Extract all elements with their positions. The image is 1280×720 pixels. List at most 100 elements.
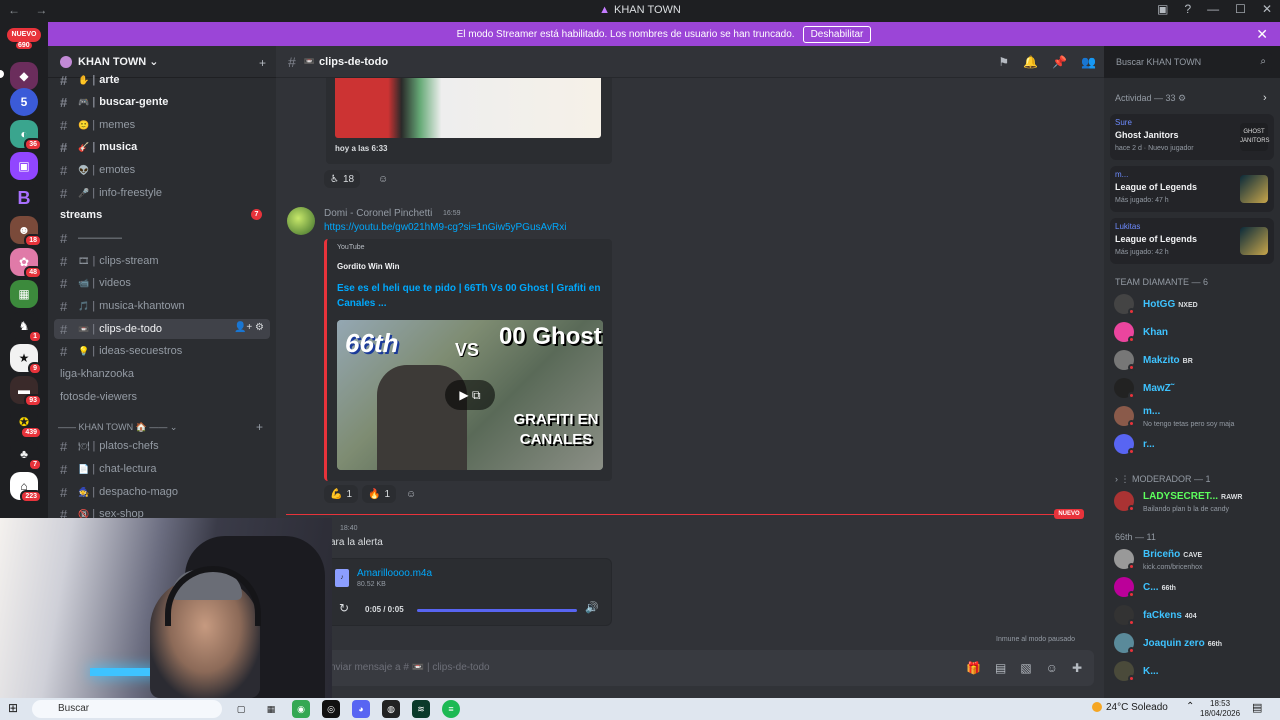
member-row[interactable]: MawZ˜ [1114, 378, 1274, 400]
server-icon-8[interactable]: ▦ [10, 280, 38, 308]
threads-icon[interactable]: ⚑ [998, 55, 1009, 69]
file-name[interactable]: Amarilloooo.m4a [357, 568, 432, 579]
activity-card[interactable]: Lukitas League of Legends Más jugado: 42… [1110, 218, 1274, 264]
channel-clips-stream[interactable]: # 🎞 | clips-stream [54, 251, 270, 271]
discord-icon[interactable]: ◕ [352, 700, 370, 718]
server-icon-1[interactable]: ◆ [10, 62, 38, 90]
server-icon-13[interactable]: ♣ 7 [10, 440, 42, 471]
member-row[interactable]: Briceño CAVE kick.com/bricenhox [1114, 549, 1274, 571]
member-row[interactable]: K... [1114, 661, 1274, 683]
close-banner-icon[interactable]: ✕ [1256, 26, 1268, 43]
play-icon[interactable]: ▶ ⧉ [445, 380, 495, 410]
help-icon[interactable]: ? [1184, 2, 1191, 16]
clip-image[interactable] [335, 78, 601, 138]
clip-embed[interactable]: hoy a las 6:33 [326, 78, 612, 164]
emoji-icon[interactable]: ☺ [1046, 661, 1058, 675]
member-row[interactable]: faCkens 404 [1114, 605, 1274, 627]
obs-icon[interactable]: ◎ [322, 700, 340, 718]
channel-info-freestyle[interactable]: # 🎤 | info-freestyle [54, 183, 270, 203]
replay-icon[interactable]: ↻ [339, 601, 349, 615]
member-row[interactable]: C... 66th [1114, 577, 1274, 599]
server-icon-12[interactable]: ✪ 439 [10, 408, 42, 439]
terminal-icon[interactable]: ≋ [412, 700, 430, 718]
channel-platos-chefs[interactable]: # 🍽 | platos-chefs [54, 436, 270, 456]
channel-memes[interactable]: # 🙂 | memes [54, 115, 270, 135]
volume-icon[interactable]: 🔊 [585, 601, 599, 614]
channel-musica[interactable]: # 🎸 | musica [54, 137, 270, 157]
role-section-title[interactable]: › ⋮ MODERADOR — 1 [1115, 474, 1211, 485]
weather-widget[interactable]: 24°C Soleado [1092, 702, 1168, 713]
channel-buscar-gente[interactable]: # 🎮 | buscar-gente [54, 92, 270, 112]
category-khan-town[interactable]: —— KHAN TOWN 🏠 —— ⌄ + [58, 420, 263, 434]
member-row[interactable]: Khan [1114, 322, 1274, 344]
channel-chat-lectura[interactable]: # 📄 | chat-lectura [54, 459, 270, 479]
new-badge[interactable]: NUEVO [7, 28, 41, 42]
server-icon-2[interactable]: 5 [10, 88, 38, 116]
role-section-title[interactable]: 66th — 11 [1115, 532, 1156, 542]
channel-emotes[interactable]: # 👽 | emotes [54, 160, 270, 180]
channel-videos[interactable]: # 📹 | videos [54, 273, 270, 293]
twitch-server-icon[interactable]: ▣ [10, 152, 38, 180]
disable-button[interactable]: Deshabilitar [802, 25, 872, 43]
channel-ideas-secuestros[interactable]: # 💡 | ideas-secuestros [54, 341, 270, 361]
reaction[interactable]: 🔥 1 [362, 485, 397, 503]
member-row[interactable]: r... [1114, 434, 1274, 456]
taskbar-search[interactable]: Buscar [32, 700, 222, 718]
server-icon-10[interactable]: ★ 9 [10, 344, 42, 375]
server-icon-9[interactable]: ♞ 1 [10, 312, 42, 343]
member-row[interactable]: Joaquin zero 66th [1114, 633, 1274, 655]
tray-chevron-icon[interactable]: ⌃ [1186, 701, 1194, 712]
server-icon-7[interactable]: ✿ 48 [10, 248, 42, 279]
member-row[interactable]: HotGG NXED [1114, 294, 1274, 316]
inbox-icon[interactable]: ▣ [1157, 2, 1168, 16]
add-reaction-icon[interactable]: ☺ [372, 170, 394, 188]
clock[interactable]: 18:53 18/04/2026 [1200, 699, 1240, 719]
task-view-icon[interactable]: ▢ [232, 700, 250, 718]
channel-divider[interactable]: # ———— [54, 228, 270, 248]
channel-fotosde-viewers[interactable]: fotosde-viewers [54, 387, 270, 407]
avatar[interactable] [287, 207, 315, 235]
spotify-icon[interactable]: ≡ [442, 700, 460, 718]
video-thumbnail[interactable]: 66th VS 00 Ghost GRAFITI EN CANALES ▶ ⧉ [337, 320, 603, 470]
maximize-button[interactable]: ☐ [1235, 2, 1246, 16]
gif-icon[interactable]: ▤ [995, 661, 1006, 675]
add-reaction-icon[interactable]: ☺ [400, 485, 422, 503]
member-row[interactable]: LADYSECRET... RAWR Bailando plan b la de c… [1114, 491, 1274, 513]
add-member-icon[interactable]: + [259, 56, 266, 70]
server-icon-3[interactable]: ◐ 36 [10, 120, 42, 151]
gift-icon[interactable]: 🎁 [966, 661, 981, 675]
server-icon-11[interactable]: ▬ 93 [10, 376, 42, 407]
channel-clips-de-todo[interactable]: # 📼 | clips-de-todo 👤+ ⚙ [54, 319, 270, 339]
activity-card[interactable]: m... League of Legends Más jugado: 47 h [1110, 166, 1274, 212]
sticker-icon[interactable]: ▧ [1020, 661, 1031, 675]
channel-despacho-mago[interactable]: # 🧙 | despacho-mago [54, 482, 270, 502]
widgets-icon[interactable]: ▦ [262, 700, 280, 718]
server-icon-5[interactable]: B [10, 184, 38, 212]
member-row[interactable]: Makzito BR [1114, 350, 1274, 372]
bell-icon[interactable]: 🔔 [1023, 55, 1038, 69]
channel-arte[interactable]: # ✋ | arte [54, 70, 270, 90]
embed-author[interactable]: Gordito Win Win [337, 262, 400, 271]
channel-musica-khantown[interactable]: # 🎵 | musica-khantown [54, 296, 270, 316]
reaction[interactable]: ♿ 18 [324, 170, 361, 188]
notification-icon[interactable]: ▤ [1252, 701, 1262, 714]
message-link[interactable]: https://youtu.be/gw021hM9-cg?si=1nGiw5yP… [324, 222, 566, 233]
steam-icon[interactable]: ◍ [382, 700, 400, 718]
server-icon-6[interactable]: ☻ 18 [10, 216, 42, 247]
reaction[interactable]: 💪 1 [324, 485, 359, 503]
chrome-icon[interactable]: ◉ [292, 700, 310, 718]
channel-liga-khanzooka[interactable]: liga-khanzooka [54, 364, 270, 384]
search-input[interactable]: Buscar KHAN TOWN ⌕ [1110, 53, 1272, 71]
activity-card[interactable]: Sure Ghost Janitors hace 2 d · Nuevo jug… [1110, 114, 1274, 160]
apps-icon[interactable]: ✚ [1072, 661, 1082, 675]
windows-start-icon[interactable]: ⊞ [8, 701, 18, 715]
member-row[interactable]: m... No tengo tetas pero soy maja [1114, 406, 1274, 428]
channel-streams[interactable]: streams 7 [54, 205, 270, 225]
activity-header[interactable]: Actividad — 33 ⚙ › [1115, 92, 1267, 104]
server-icon-14[interactable]: ⌂ 223 [10, 472, 42, 503]
embed-title[interactable]: Ese es el heli que te pido | 66Th Vs 00 … [337, 281, 607, 311]
message-input[interactable]: nviar mensaje a # 📼 | clips-de-todo 🎁 ▤ … [286, 650, 1094, 686]
message-author[interactable]: Domi - Coronel Pinchetti [324, 208, 432, 219]
members-icon[interactable]: 👥 [1081, 55, 1096, 69]
minimize-button[interactable]: — [1207, 2, 1219, 16]
